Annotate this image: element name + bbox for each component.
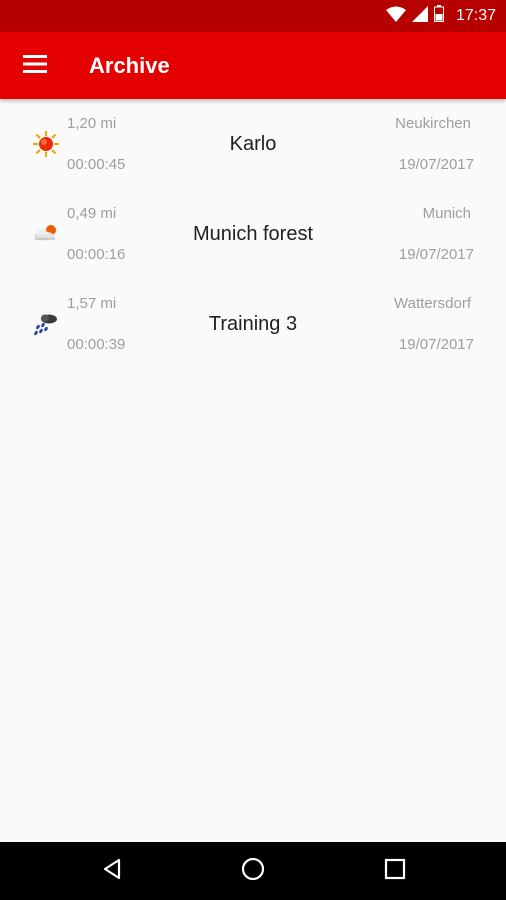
date: 19/07/2017	[398, 156, 474, 173]
archive-list: 1,20 mi 00:00:45 Karlo Neukirchen 19/07/…	[0, 100, 506, 370]
recents-icon	[384, 858, 406, 885]
duration: 00:00:16	[67, 246, 126, 263]
archive-item[interactable]: 0,49 mi 00:00:16 Munich forest Munich 19…	[0, 190, 506, 280]
duration: 00:00:45	[67, 156, 126, 173]
home-icon	[241, 857, 265, 886]
archive-item[interactable]: 1,20 mi 00:00:45 Karlo Neukirchen 19/07/…	[0, 100, 506, 190]
status-icons: 17:37	[385, 0, 496, 32]
back-icon	[101, 858, 123, 885]
distance: 1,57 mi	[67, 295, 117, 312]
date: 19/07/2017	[398, 246, 474, 263]
duration: 00:00:39	[67, 336, 126, 353]
wifi-icon	[385, 6, 406, 27]
status-bar: 17:37	[0, 0, 506, 32]
archive-item[interactable]: 1,57 mi 00:00:39 Training 3 Wattersdorf …	[0, 280, 506, 370]
cell-signal-icon	[411, 5, 428, 27]
distance: 0,49 mi	[67, 205, 117, 222]
battery-icon	[433, 5, 444, 27]
hamburger-menu-icon	[23, 54, 47, 78]
recents-button[interactable]	[380, 856, 410, 886]
app-bar: Archive	[0, 32, 506, 99]
location: Munich	[422, 205, 471, 222]
distance: 1,20 mi	[67, 115, 117, 132]
back-button[interactable]	[97, 856, 127, 886]
page-title: Archive	[89, 53, 170, 78]
home-button[interactable]	[238, 856, 268, 886]
status-time: 17:37	[455, 7, 496, 24]
navigation-bar	[0, 842, 506, 900]
menu-button[interactable]	[18, 49, 52, 83]
route-name: Karlo	[229, 133, 277, 155]
location: Neukirchen	[395, 115, 471, 132]
location: Wattersdorf	[394, 295, 471, 312]
date: 19/07/2017	[398, 336, 474, 353]
route-name: Training 3	[208, 313, 298, 335]
route-name: Munich forest	[192, 223, 314, 245]
